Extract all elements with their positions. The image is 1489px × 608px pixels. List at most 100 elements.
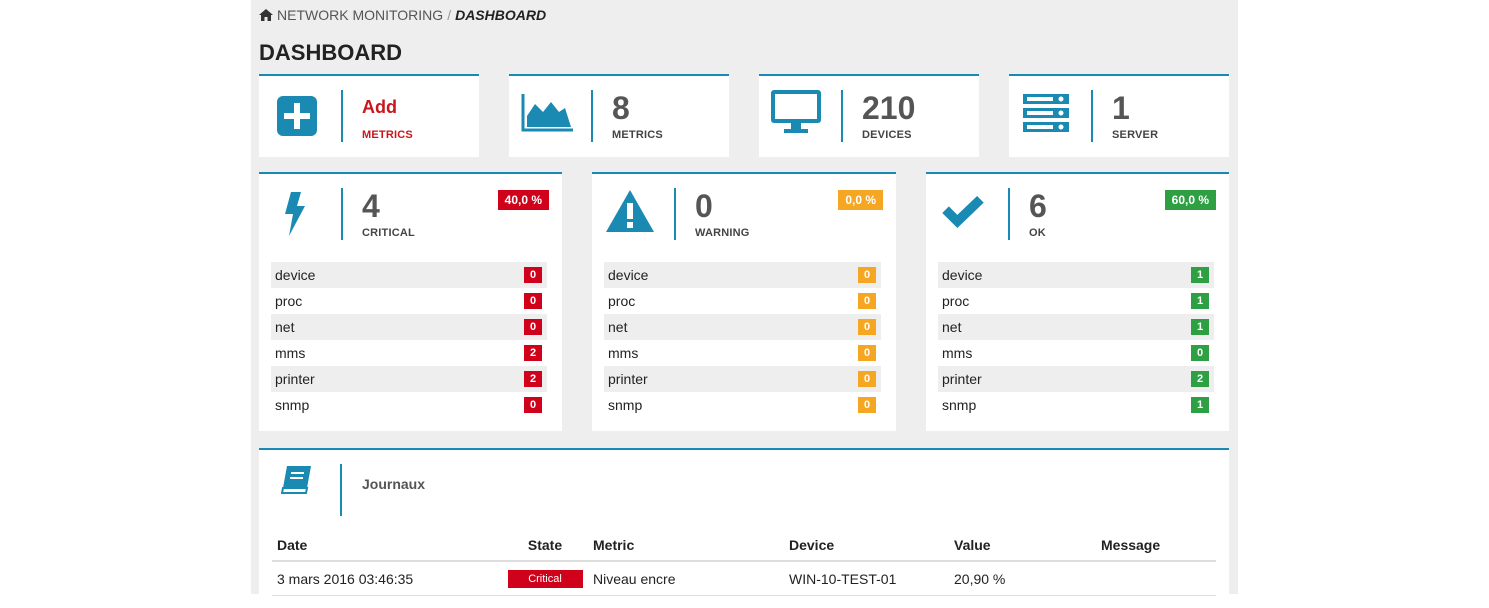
add-metrics-label: METRICS (362, 129, 413, 141)
warning-card: 0 WARNING 0,0 % device 0 proc 0 net 0 mms 0 … (592, 172, 896, 431)
warning-count: 0 (695, 188, 713, 224)
ok-metric-list: device 1 proc 1 net 1 mms 0 printer 2 snmp 1 (938, 262, 1214, 418)
warning-metric-list: device 0 proc 0 net 0 mms 0 printer 0 snmp 0 (604, 262, 881, 418)
list-item[interactable]: device 1 (938, 262, 1214, 288)
devices-count: 210 (862, 90, 916, 126)
table-header-row: Date State Metric Device Value Message (272, 530, 1216, 562)
count-badge: 0 (858, 267, 876, 283)
list-item[interactable]: printer 2 (271, 366, 547, 392)
list-item[interactable]: device 0 (271, 262, 547, 288)
metric-name: device (942, 267, 983, 283)
list-item[interactable]: snmp 0 (271, 392, 547, 418)
breadcrumb-current: DASHBOARD (455, 7, 547, 23)
list-item[interactable]: mms 0 (604, 340, 881, 366)
column-header-device[interactable]: Device (784, 530, 949, 562)
log-date: 3 mars 2016 03:46:35 (272, 561, 502, 596)
metrics-count: 8 (612, 90, 630, 126)
metrics-label: METRICS (612, 129, 663, 141)
state-badge: Critical (507, 570, 583, 588)
add-metrics-card[interactable]: Add METRICS (259, 74, 479, 157)
column-header-metric[interactable]: Metric (588, 530, 784, 562)
book-icon (281, 466, 311, 494)
metric-name: device (275, 267, 316, 283)
devices-label: DEVICES (862, 129, 912, 141)
journal-panel: Journaux Date State Metric Device Value … (259, 448, 1229, 608)
list-item[interactable]: snmp 0 (604, 392, 881, 418)
list-item[interactable]: printer 2 (938, 366, 1214, 392)
list-item[interactable]: proc 0 (604, 288, 881, 314)
ok-card: 6 OK 60,0 % device 1 proc 1 net 1 mms 0 prin… (926, 172, 1229, 431)
count-badge: 0 (858, 397, 876, 413)
metric-name: net (608, 319, 628, 335)
count-badge: 0 (858, 293, 876, 309)
critical-card: 4 CRITICAL 40,0 % device 0 proc 0 net 0 mms… (259, 172, 562, 431)
metric-name: mms (608, 345, 639, 361)
server-icon (1023, 94, 1069, 132)
plus-square-icon[interactable] (277, 96, 317, 136)
add-metrics-link[interactable]: Add (362, 98, 397, 116)
home-icon[interactable] (259, 9, 273, 21)
area-chart-icon (521, 94, 573, 132)
count-badge: 0 (858, 371, 876, 387)
server-card: 1 SERVER (1009, 74, 1229, 157)
devices-card: 210 DEVICES (759, 74, 979, 157)
count-badge: 0 (858, 319, 876, 335)
card-divider (1091, 90, 1093, 142)
journal-divider (340, 464, 342, 516)
count-badge: 2 (524, 345, 542, 361)
table-row[interactable]: 3 mars 2016 03:46:35 Critical Niveau enc… (272, 561, 1216, 596)
count-badge: 1 (1191, 267, 1209, 283)
column-header-state[interactable]: State (502, 530, 588, 562)
column-header-value[interactable]: Value (949, 530, 1096, 562)
count-badge: 0 (1191, 345, 1209, 361)
list-item[interactable]: device 0 (604, 262, 881, 288)
critical-count: 4 (362, 188, 380, 224)
breadcrumb-root[interactable]: NETWORK MONITORING (277, 7, 443, 23)
log-metric: Niveau encre (588, 561, 784, 596)
warning-label: WARNING (695, 227, 750, 239)
count-badge: 0 (524, 319, 542, 335)
critical-metric-list: device 0 proc 0 net 0 mms 2 printer 2 snmp 0 (271, 262, 547, 418)
list-item[interactable]: mms 0 (938, 340, 1214, 366)
log-device: WIN-10-TEST-01 (784, 561, 949, 596)
metric-name: device (608, 267, 649, 283)
metric-name: printer (275, 371, 315, 387)
page-title: DASHBOARD (259, 40, 402, 65)
metric-name: snmp (275, 397, 310, 413)
ok-percent-badge: 60,0 % (1164, 190, 1216, 210)
warning-icon (606, 190, 654, 232)
list-item[interactable]: mms 2 (271, 340, 547, 366)
metric-name: mms (942, 345, 973, 361)
monitor-icon (771, 90, 821, 133)
breadcrumb-separator: / (447, 7, 452, 23)
column-header-date[interactable]: Date (272, 530, 502, 562)
critical-label: CRITICAL (362, 227, 415, 239)
warning-percent-badge: 0,0 % (838, 190, 883, 210)
count-badge: 0 (858, 345, 876, 361)
card-divider (341, 90, 343, 142)
metric-name: snmp (608, 397, 643, 413)
list-item[interactable]: proc 1 (938, 288, 1214, 314)
metric-name: proc (942, 293, 970, 309)
count-badge: 1 (1191, 319, 1209, 335)
journal-table: Date State Metric Device Value Message 3… (272, 530, 1216, 596)
server-label: SERVER (1112, 129, 1159, 141)
list-item[interactable]: net 0 (271, 314, 547, 340)
metric-name: net (942, 319, 962, 335)
list-item[interactable]: net 0 (604, 314, 881, 340)
list-item[interactable]: proc 0 (271, 288, 547, 314)
metric-name: printer (608, 371, 648, 387)
metric-name: snmp (942, 397, 977, 413)
count-badge: 0 (524, 267, 542, 283)
list-item[interactable]: net 1 (938, 314, 1214, 340)
column-header-message[interactable]: Message (1096, 530, 1216, 562)
check-icon (942, 196, 984, 228)
metric-name: proc (275, 293, 303, 309)
card-divider (341, 188, 343, 240)
ok-label: OK (1029, 227, 1046, 239)
journal-title: Journaux (362, 476, 426, 492)
metrics-card: 8 METRICS (509, 74, 729, 157)
list-item[interactable]: printer 0 (604, 366, 881, 392)
list-item[interactable]: snmp 1 (938, 392, 1214, 418)
breadcrumb: NETWORK MONITORING / DASHBOARD (259, 6, 546, 24)
